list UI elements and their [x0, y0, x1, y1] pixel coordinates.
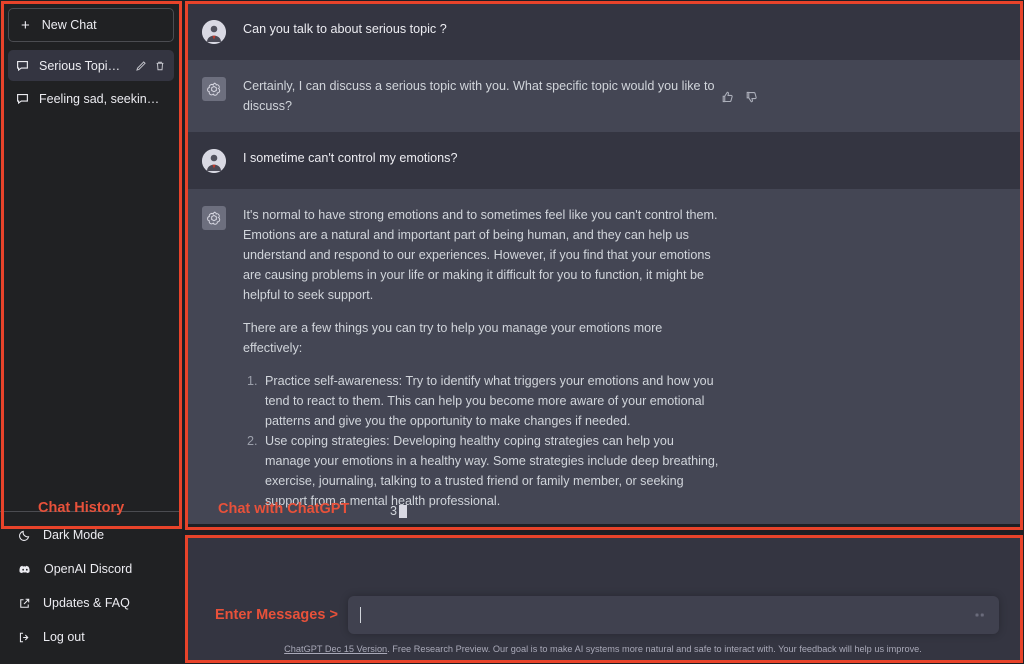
annotation-label-chat-with-chatgpt: Chat with ChatGPT	[218, 501, 349, 517]
sidebar: + New Chat Serious Topic Request	[0, 0, 182, 664]
main-area: Can you talk to about serious topic ? Ce…	[182, 0, 1024, 664]
message-paragraph: There are a few things you can try to he…	[243, 318, 721, 358]
message-actions	[721, 76, 789, 116]
annotation-label-chat-history: Chat History	[38, 500, 124, 516]
message-row: It's normal to have strong emotions and …	[185, 189, 1021, 524]
sidebar-item-label: Updates & FAQ	[43, 596, 130, 610]
chat-thread[interactable]: Can you talk to about serious topic ? Ce…	[185, 3, 1021, 524]
chatgpt-logo-icon	[202, 206, 226, 230]
chatgpt-logo-icon	[202, 77, 226, 101]
composer-row: Enter Messages >	[185, 596, 1021, 634]
message-row: I sometime can't control my emotions?	[185, 132, 1021, 189]
send-icon[interactable]	[973, 608, 987, 622]
sidebar-footer-links: Dark Mode OpenAI Discord Updates & FAQ	[0, 511, 182, 664]
chat-history-list: Serious Topic Request	[0, 50, 182, 114]
sidebar-item-updates-faq[interactable]: Updates & FAQ	[8, 586, 174, 620]
message-paragraph: Certainly, I can discuss a serious topic…	[243, 76, 721, 116]
list-item: Practice self-awareness: Try to identify…	[261, 371, 721, 431]
composer: Enter Messages > ChatGPT Dec 15 Version.…	[185, 536, 1021, 662]
sidebar-item-label: Dark Mode	[43, 528, 104, 542]
footer-text: . Free Research Preview. Our goal is to …	[387, 644, 922, 654]
message-actions	[721, 148, 789, 173]
new-chat-button[interactable]: + New Chat	[8, 8, 174, 42]
trash-icon[interactable]	[154, 60, 166, 72]
sidebar-item-dark-mode[interactable]: Dark Mode	[8, 518, 174, 552]
thumbs-down-icon[interactable]	[745, 78, 759, 116]
chat-bubble-icon	[16, 59, 29, 72]
sidebar-chat-serious-topic-request[interactable]: Serious Topic Request	[8, 50, 174, 81]
chat-bubble-icon	[16, 92, 29, 105]
plus-icon: +	[21, 18, 30, 33]
typing-caret	[399, 505, 407, 518]
avatar	[185, 19, 243, 44]
sidebar-item-log-out[interactable]: Log out	[8, 620, 174, 654]
message-row: Certainly, I can discuss a serious topic…	[185, 60, 1021, 132]
message-text: I sometime can't control my emotions?	[243, 148, 721, 173]
new-chat-label: New Chat	[42, 18, 97, 32]
sidebar-item-openai-discord[interactable]: OpenAI Discord	[8, 552, 174, 586]
avatar	[185, 76, 243, 116]
message-text: Can you talk to about serious topic ?	[243, 19, 721, 44]
message-text: It's normal to have strong emotions and …	[243, 205, 721, 511]
text-cursor	[360, 607, 361, 623]
message-list: Practice self-awareness: Try to identify…	[261, 371, 721, 511]
message-row: Can you talk to about serious topic ?	[185, 3, 1021, 60]
external-link-icon	[18, 597, 31, 610]
sidebar-top: + New Chat	[0, 0, 182, 42]
message-text: Certainly, I can discuss a serious topic…	[243, 76, 721, 116]
sidebar-spacer	[0, 114, 182, 511]
sidebar-chat-label: Feeling sad, seeking help	[39, 92, 166, 106]
sidebar-item-label: Log out	[43, 630, 85, 644]
version-link[interactable]: ChatGPT Dec 15 Version	[284, 644, 387, 654]
chatgpt-app: + New Chat Serious Topic Request	[0, 0, 1024, 664]
streaming-text: 3	[390, 504, 397, 518]
message-actions	[721, 205, 789, 511]
message-paragraph: It's normal to have strong emotions and …	[243, 205, 721, 305]
sidebar-chat-feeling-sad[interactable]: Feeling sad, seeking help	[8, 83, 174, 114]
avatar	[185, 205, 243, 511]
moon-icon	[18, 529, 31, 542]
discord-icon	[18, 562, 32, 576]
message-actions	[721, 19, 789, 44]
user-avatar	[202, 149, 226, 173]
logout-icon	[18, 631, 31, 644]
sidebar-chat-actions	[135, 60, 166, 72]
avatar	[185, 148, 243, 173]
sidebar-item-label: OpenAI Discord	[44, 562, 132, 576]
message-paragraph: Can you talk to about serious topic ?	[243, 19, 721, 39]
sidebar-chat-label: Serious Topic Request	[39, 59, 125, 73]
list-item: Use coping strategies: Developing health…	[261, 431, 721, 511]
thumbs-up-icon[interactable]	[721, 78, 735, 116]
message-paragraph: I sometime can't control my emotions?	[243, 148, 721, 168]
footer-disclaimer: ChatGPT Dec 15 Version. Free Research Pr…	[185, 644, 1021, 654]
user-avatar	[202, 20, 226, 44]
pencil-icon[interactable]	[135, 60, 147, 72]
message-input[interactable]	[348, 596, 999, 634]
streaming-response-indicator: 3	[390, 504, 407, 518]
enter-messages-annotation-label: Enter Messages >	[215, 607, 338, 623]
